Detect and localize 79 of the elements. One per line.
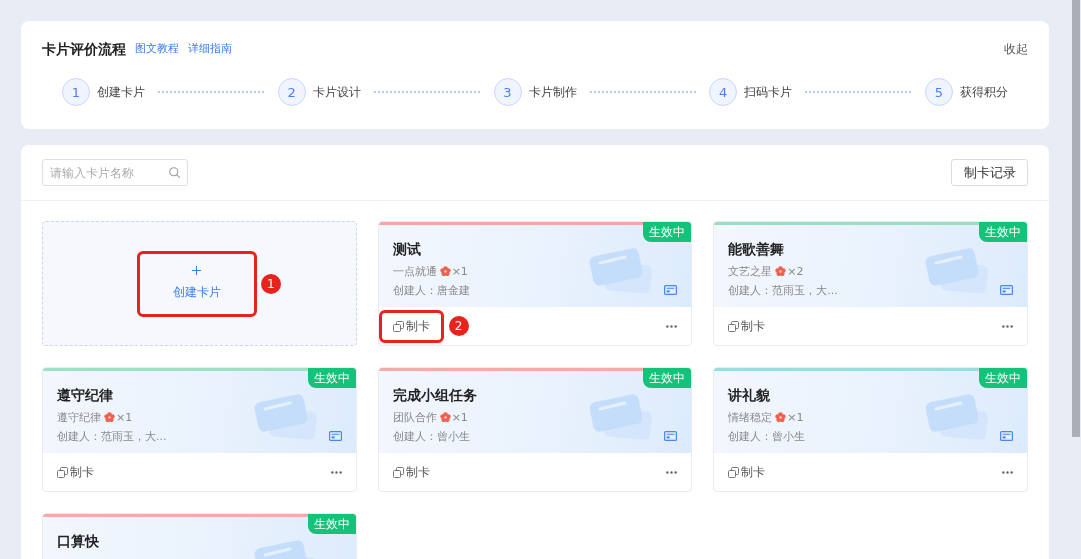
more-button[interactable] xyxy=(666,324,678,328)
award-name: 团队合作 xyxy=(392,409,437,425)
award-name: 一点就通 xyxy=(392,263,437,279)
card-title: 完成小组任务 xyxy=(392,386,477,405)
more-icon xyxy=(1002,470,1013,474)
make-card-button[interactable]: 制卡 xyxy=(392,318,430,334)
make-card-button[interactable]: 制卡 xyxy=(728,464,766,480)
status-badge: 生效中 xyxy=(979,368,1027,388)
help-link[interactable]: 详细指南 xyxy=(188,41,232,57)
card-title: 讲礼貌 xyxy=(728,386,771,405)
status-badge: 生效中 xyxy=(643,368,692,388)
award-count: ×1 xyxy=(787,410,804,424)
copy-icon xyxy=(57,466,68,478)
more-icon xyxy=(330,470,342,474)
step-number: 4 xyxy=(709,78,738,106)
creator-text: 创建人：范雨玉，大... xyxy=(57,428,167,444)
more-icon xyxy=(1002,324,1013,328)
make-card-button[interactable]: 制卡 xyxy=(392,464,430,480)
flower-icon xyxy=(439,265,451,277)
help-link[interactable]: 图文教程 xyxy=(135,41,179,57)
annotation-marker: 1 xyxy=(260,273,281,294)
id-card-icon xyxy=(664,285,678,295)
creator-text: 创建人：曾小生 xyxy=(728,428,806,444)
creator-text: 创建人：范雨玉，大... xyxy=(728,282,838,298)
annotation-marker: 2 xyxy=(448,316,469,336)
award-count: ×1 xyxy=(451,410,468,424)
award-name: 情绪稳定 xyxy=(728,409,773,425)
step-label: 卡片设计 xyxy=(312,84,361,100)
step-number: 2 xyxy=(277,78,306,106)
create-card-button[interactable]: 创建卡片 xyxy=(139,253,254,314)
copy-icon xyxy=(728,320,740,332)
card-title: 口算快 xyxy=(57,532,99,551)
make-card-button[interactable]: 制卡 xyxy=(728,318,766,334)
flow-title: 卡片评价流程 xyxy=(42,40,126,59)
award-count: ×2 xyxy=(787,264,804,278)
status-badge: 生效中 xyxy=(307,514,356,534)
step-number: 3 xyxy=(493,78,522,106)
make-card-button[interactable]: 制卡 xyxy=(57,464,94,480)
award-count: ×1 xyxy=(116,410,133,424)
award-name: 文艺之星 xyxy=(728,263,773,279)
award-count: ×1 xyxy=(451,264,468,278)
award-name: 遵守纪律 xyxy=(57,409,101,425)
card-title: 遵守纪律 xyxy=(57,386,113,405)
id-card-icon xyxy=(664,431,678,441)
copy-icon xyxy=(392,320,404,332)
more-button[interactable] xyxy=(666,470,678,474)
creator-text: 创建人：唐金建 xyxy=(392,282,470,298)
step-number: 1 xyxy=(62,78,90,106)
step-number: 5 xyxy=(925,78,953,106)
flower-icon xyxy=(775,265,787,277)
card-title: 能歌善舞 xyxy=(728,240,785,259)
status-badge: 生效中 xyxy=(643,222,692,242)
flower-icon xyxy=(439,411,451,423)
copy-icon xyxy=(392,466,404,478)
step-label: 扫码卡片 xyxy=(744,84,793,100)
flower-icon xyxy=(775,411,787,423)
status-badge: 生效中 xyxy=(307,368,356,388)
more-icon xyxy=(666,324,678,328)
id-card-icon xyxy=(1000,431,1013,441)
more-button[interactable] xyxy=(330,470,342,474)
copy-icon xyxy=(728,466,740,478)
step-label: 创建卡片 xyxy=(97,84,145,100)
id-card-icon xyxy=(328,431,342,441)
card-title: 测试 xyxy=(392,240,421,259)
id-card-icon xyxy=(1000,285,1013,295)
step-label: 获得积分 xyxy=(960,84,1008,100)
step-label: 卡片制作 xyxy=(528,84,577,100)
status-badge: 生效中 xyxy=(979,222,1027,242)
plus-icon xyxy=(192,266,202,275)
flower-icon xyxy=(104,411,115,423)
scrollbar-thumb[interactable] xyxy=(1072,0,1080,437)
creator-text: 创建人：曾小生 xyxy=(392,428,470,444)
more-icon xyxy=(666,470,678,474)
collapse-button[interactable]: 收起 xyxy=(1004,41,1028,57)
search-field[interactable]: 请输入卡片名称 xyxy=(42,159,188,186)
search-icon xyxy=(169,167,180,178)
more-button[interactable] xyxy=(1002,324,1013,328)
history-button[interactable]: 制卡记录 xyxy=(951,159,1028,186)
more-button[interactable] xyxy=(1002,470,1013,474)
